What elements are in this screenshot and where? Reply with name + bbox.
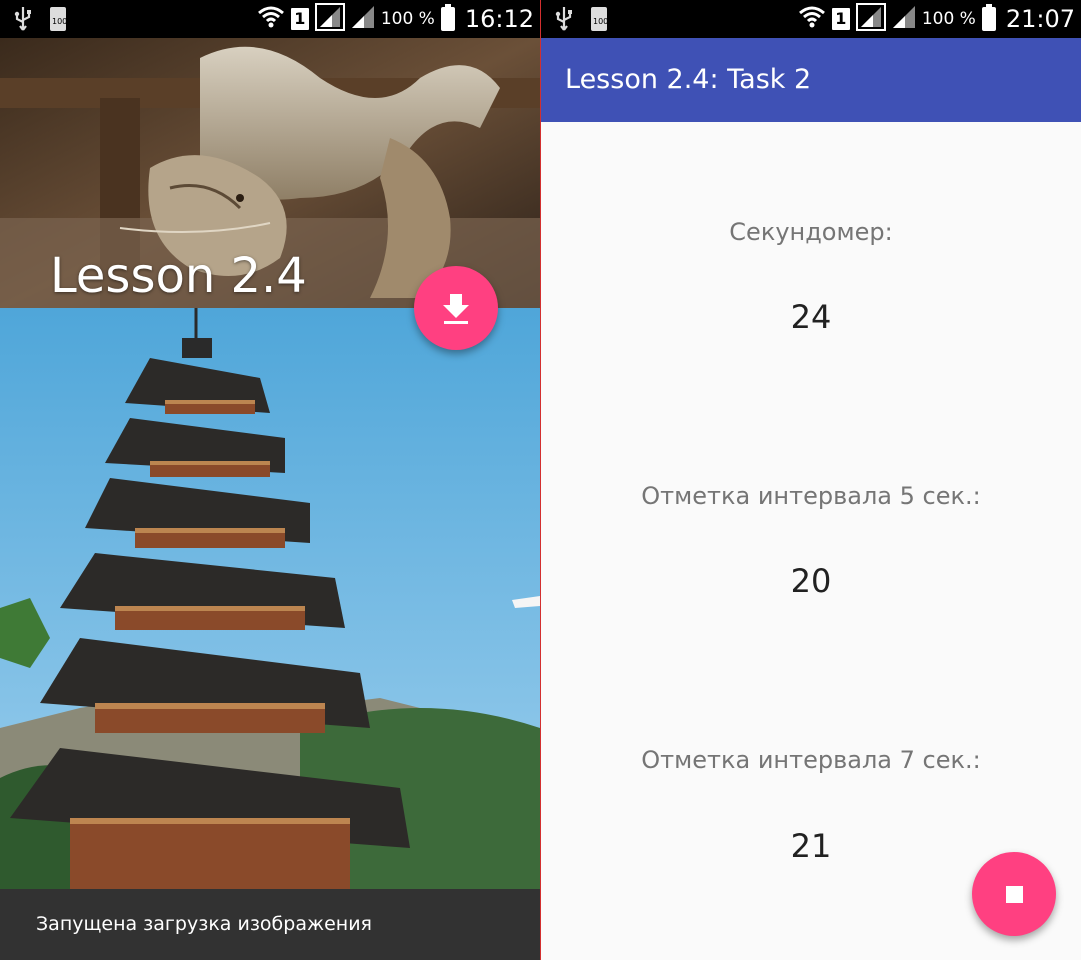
battery-notification-icon: 100	[50, 7, 67, 31]
download-icon	[443, 294, 469, 324]
hero-title: Lesson 2.4	[50, 248, 307, 304]
battery-percent: 100 %	[380, 9, 435, 29]
download-fab-button[interactable]	[414, 266, 498, 350]
right-phone-screen: 100 1 100 % 21:07 Lesson 2.4: Task 2 Сек…	[541, 0, 1081, 960]
interval7-label: Отметка интервала 7 сек.:	[641, 746, 981, 774]
stop-fab-button[interactable]	[972, 852, 1056, 936]
stop-icon	[1006, 886, 1023, 903]
stopwatch-label: Секундомер:	[729, 218, 893, 246]
left-phone-screen: 100 1 100 % 16:12 Lesson 2.4 Запущена за…	[0, 0, 540, 960]
clock: 21:07	[1005, 5, 1075, 33]
status-bar: 100 1 100 % 16:12	[0, 0, 540, 38]
battery-icon	[440, 4, 455, 31]
signal-boxed-icon	[314, 3, 345, 35]
signal-icon	[351, 5, 375, 33]
toolbar-title: Lesson 2.4: Task 2	[565, 64, 812, 95]
signal-icon	[892, 5, 916, 33]
snackbar-message: Запущена загрузка изображения	[36, 913, 372, 935]
status-bar: 100 1 100 % 21:07	[541, 0, 1081, 38]
interval5-label: Отметка интервала 5 сек.:	[641, 482, 981, 510]
downloaded-image-pagoda	[0, 308, 540, 889]
snackbar: Запущена загрузка изображения	[0, 889, 540, 960]
battery-percent: 100 %	[921, 9, 976, 29]
wifi-icon	[257, 5, 285, 33]
battery-icon	[981, 4, 996, 31]
usb-icon	[553, 6, 575, 36]
stopwatch-value: 24	[790, 298, 832, 336]
sim-icon: 1	[831, 8, 850, 30]
wifi-icon	[798, 5, 826, 33]
clock: 16:12	[464, 5, 534, 33]
sim-icon: 1	[290, 8, 309, 30]
battery-notification-icon: 100	[591, 7, 608, 31]
app-toolbar: Lesson 2.4: Task 2	[541, 38, 1081, 122]
usb-icon	[12, 6, 34, 36]
signal-boxed-icon	[855, 3, 886, 35]
interval5-value: 20	[790, 562, 832, 600]
